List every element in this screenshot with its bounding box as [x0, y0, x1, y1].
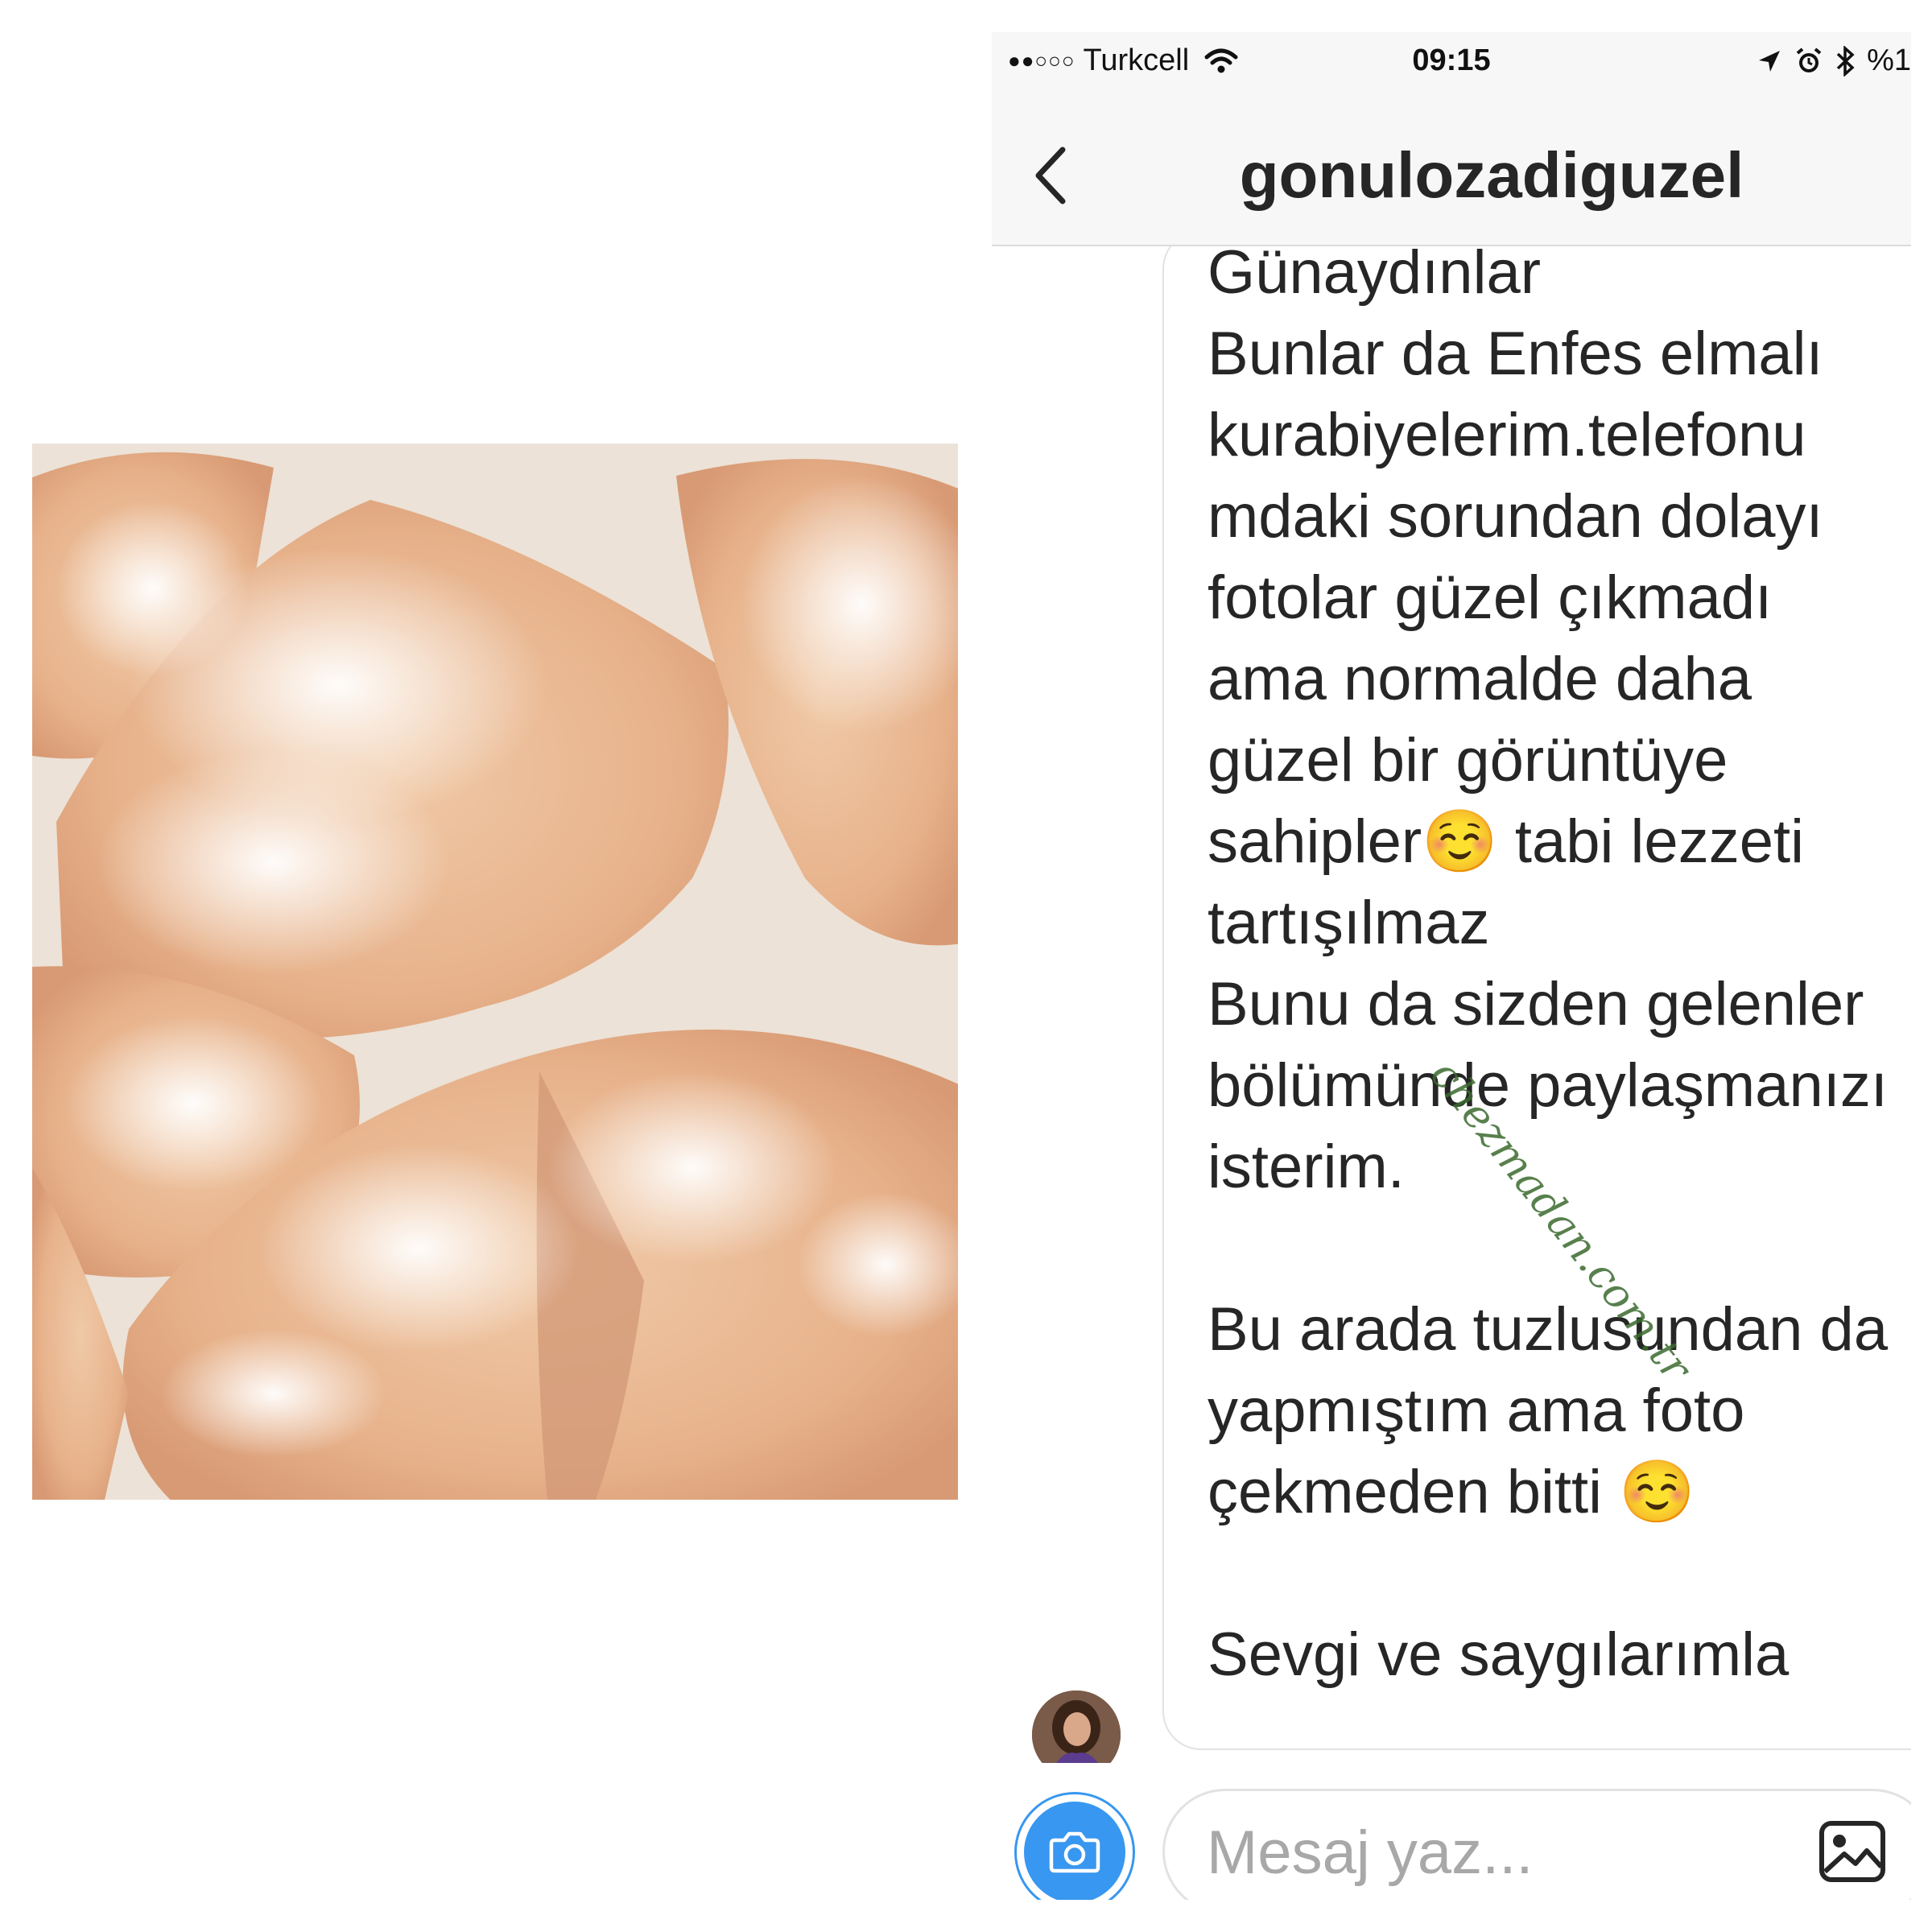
alarm-clock-icon — [1796, 47, 1822, 72]
cookie-photo-image — [32, 444, 958, 1500]
image-icon — [1819, 1821, 1885, 1882]
chevron-left-icon — [1035, 147, 1066, 204]
camera-button[interactable] — [1014, 1792, 1135, 1900]
message-field[interactable] — [1162, 1789, 1911, 1900]
message-input[interactable] — [1205, 1815, 1772, 1889]
location-arrow-icon — [1759, 50, 1781, 72]
conversation-title[interactable]: gonulozadiguzel — [1088, 138, 1895, 213]
message-thread[interactable]: Günaydınlar Bunlar da Enfes elmalı kurab… — [992, 246, 1911, 1776]
message-composer — [992, 1763, 1911, 1900]
camera-button-fill — [1024, 1802, 1125, 1900]
back-button[interactable] — [1027, 143, 1075, 208]
status-bar: ●●○○○ Turkcell 09:15 %1 — [992, 32, 1911, 90]
cookie-photo — [32, 444, 958, 1500]
camera-icon — [1049, 1831, 1100, 1873]
bluetooth-icon — [1836, 45, 1855, 76]
battery-level: %1 — [1867, 43, 1911, 77]
message-text: Günaydınlar Bunlar da Enfes elmalı kurab… — [1208, 246, 1889, 1689]
dm-screen: ●●○○○ Turkcell 09:15 %1 gonulozadiguzel … — [992, 32, 1911, 1900]
message-bubble[interactable]: Günaydınlar Bunlar da Enfes elmalı kurab… — [1162, 246, 1911, 1750]
gallery-button[interactable] — [1817, 1815, 1889, 1888]
conversation-header: gonulozadiguzel — [992, 90, 1911, 246]
